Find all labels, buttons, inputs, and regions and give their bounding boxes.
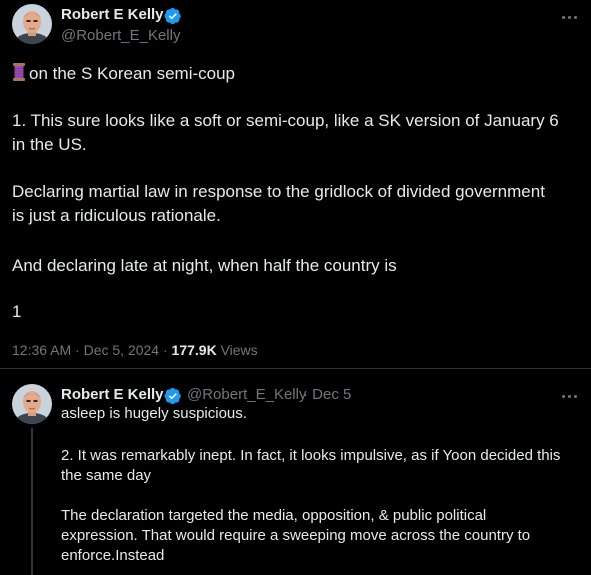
reply-avatar[interactable] [12, 384, 52, 424]
tweet-para3-line1: And declaring late at night, when half t… [12, 256, 397, 275]
tweet-para1-line1: 1. This sure looks like a soft or semi-c… [12, 111, 559, 130]
reply-para3-line1: The declaration targeted the media, oppo… [61, 507, 487, 524]
views-label: Views [216, 342, 258, 358]
reply-para2-line2: the same day [61, 467, 152, 484]
thread-connector-line [31, 428, 33, 575]
verified-badge-icon [164, 7, 181, 25]
reply-author-handle[interactable]: @Robert_E_Kelly [187, 386, 306, 403]
reply-line-1: asleep is hugely suspicious. [61, 405, 247, 422]
views-count: 177.9K [171, 342, 217, 358]
divider [0, 368, 591, 369]
reply-author-name[interactable]: Robert E Kelly [61, 386, 164, 403]
reply-para2-line1: 2. It was remarkably inept. In fact, it … [61, 447, 561, 464]
tweet-meta: 12:36 AM · Dec 5, 2024 · 177.9K Views [12, 340, 258, 360]
more-options-icon[interactable] [557, 7, 581, 27]
tweet-para2-line1: Declaring martial law in response to the… [12, 182, 545, 201]
reply-para3-line2: expression. That would require a sweepin… [61, 527, 531, 544]
thread-spool-emoji [13, 63, 25, 81]
verified-badge-icon [164, 387, 181, 405]
author-name[interactable]: Robert E Kelly [61, 6, 164, 23]
reply-date[interactable]: · Dec 5 [303, 386, 351, 403]
tweet-para1-line2: in the US. [12, 135, 87, 154]
avatar[interactable] [12, 4, 52, 44]
tweet-para2-line2: is just a ridiculous rationale. [12, 206, 221, 225]
tweet-line-1: on the S Korean semi-coup [12, 62, 235, 86]
reply-para3-line3: enforce.Instead [61, 547, 165, 564]
tweet-intro-text: on the S Korean semi-coup [29, 64, 236, 83]
tweet-timestamp[interactable]: 12:36 AM · Dec 5, 2024 · [12, 342, 172, 358]
tweet-page-number: 1 [12, 302, 22, 321]
more-options-icon[interactable] [557, 386, 581, 406]
author-handle[interactable]: @Robert_E_Kelly [61, 27, 180, 44]
